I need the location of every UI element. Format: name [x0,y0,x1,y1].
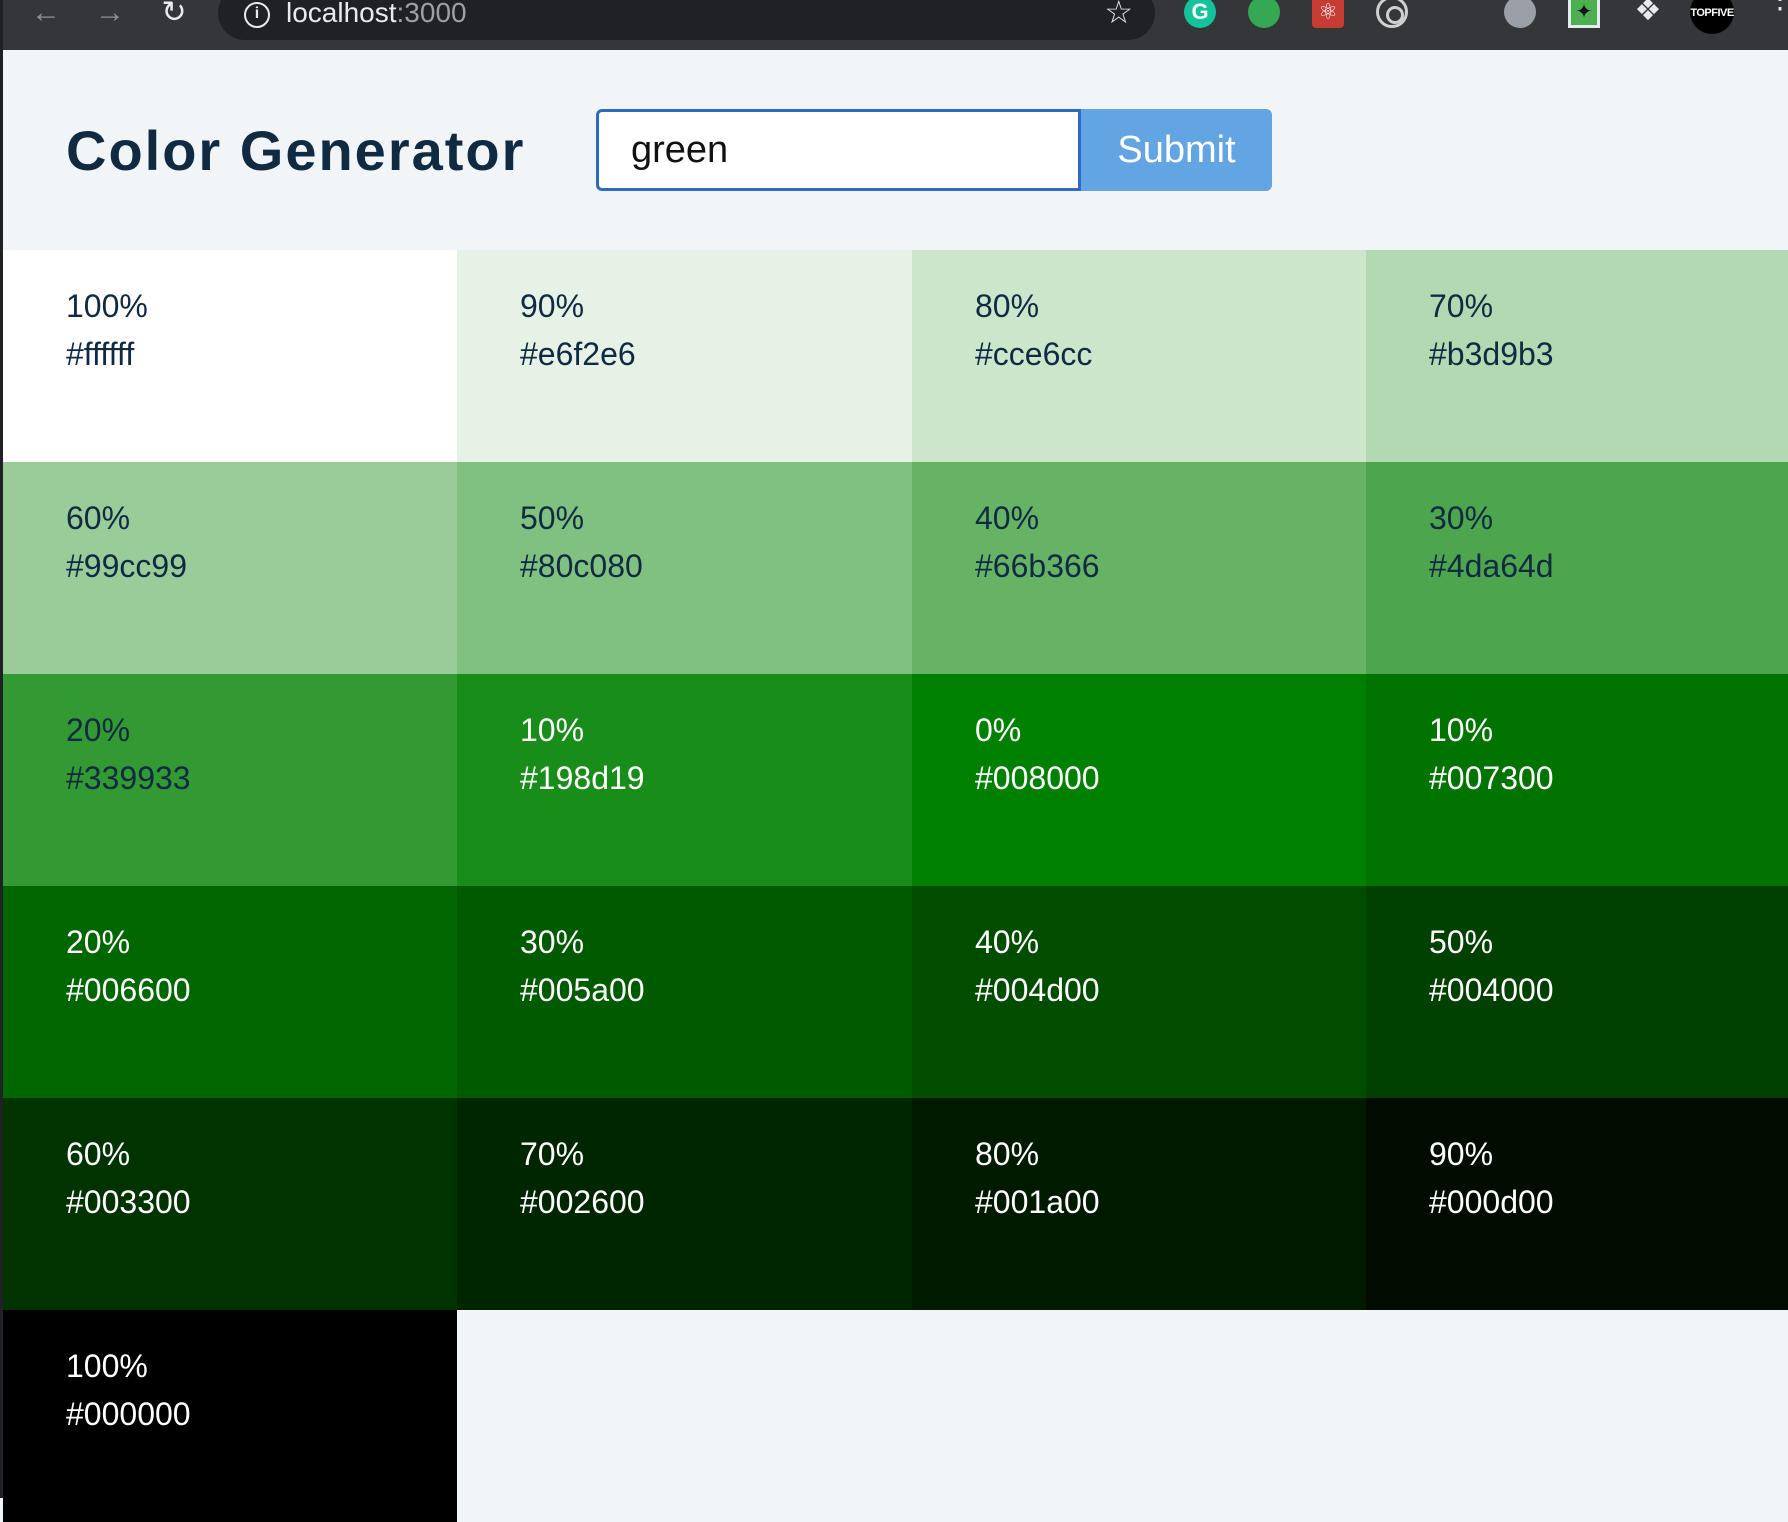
target-extension-icon[interactable] [1376,0,1408,28]
color-swatch[interactable]: 80% #001a00 [912,1098,1366,1310]
window-edge [0,0,3,1498]
disk-extension-icon[interactable] [1504,0,1536,28]
info-icon[interactable]: i [244,2,270,28]
swatch-hex: #80c080 [520,548,643,584]
swatch-hex: #004d00 [975,972,1100,1008]
url-text[interactable]: localhost:3000 [286,0,467,28]
color-swatch[interactable]: 0% #008000 [912,674,1366,886]
color-swatch[interactable]: 50% #004000 [1366,886,1788,1098]
color-swatch[interactable]: 90% #000d00 [1366,1098,1788,1310]
swatch-hex: #ffffff [66,336,135,372]
swatch-percent: 70% [520,1136,585,1172]
swatch-percent: 30% [1429,500,1494,536]
star-icon[interactable]: ☆ [1104,0,1133,28]
swatch-hex: #66b366 [975,548,1100,584]
address-bar[interactable]: i localhost:3000 ☆ [218,0,1155,40]
color-swatch[interactable]: 20% #006600 [3,886,457,1098]
color-swatch[interactable]: 20% #339933 [3,674,457,886]
swatch-hex: #005a00 [520,972,645,1008]
swatch-percent: 70% [1429,288,1494,324]
swatch-percent: 40% [975,500,1040,536]
swatch-percent: 20% [66,924,131,960]
swatch-percent: 100% [66,288,148,324]
url-port: :3000 [396,0,467,28]
reload-icon[interactable]: ↻ [154,0,194,30]
grammarly-extension-icon[interactable]: G [1184,0,1216,28]
arrow-left-icon[interactable]: ← [26,0,66,30]
submit-button[interactable]: Submit [1081,109,1272,191]
swatch-percent: 60% [66,500,131,536]
swatch-hex: #002600 [520,1184,645,1220]
swatch-hex: #004000 [1429,972,1554,1008]
swatch-percent: 80% [975,1136,1040,1172]
browser-toolbar: ← → ↻ i localhost:3000 ☆ G ⚛ ✦ ❖ TOPFIVE… [0,0,1788,50]
color-swatch[interactable]: 30% #4da64d [1366,462,1788,674]
swatch-percent: 10% [520,712,585,748]
swatch-percent: 90% [1429,1136,1494,1172]
react-devtools-extension-icon[interactable]: ⚛ [1312,0,1344,28]
swatch-hex: #e6f2e6 [520,336,636,372]
url-host: localhost [286,0,397,28]
swatch-percent: 50% [1429,924,1494,960]
color-swatch[interactable]: 70% #002600 [457,1098,912,1310]
green-leaf-extension-icon[interactable] [1248,0,1280,28]
color-swatch[interactable]: 100% #000000 [3,1310,457,1522]
swatch-hex: #001a00 [975,1184,1100,1220]
swatch-hex: #b3d9b3 [1429,336,1554,372]
swatch-hex: #006600 [66,972,191,1008]
swatch-hex: #198d19 [520,760,645,796]
swatch-percent: 50% [520,500,585,536]
swatch-hex: #4da64d [1429,548,1554,584]
swatch-percent: 10% [1429,712,1494,748]
color-swatch[interactable]: 60% #003300 [3,1098,457,1310]
swatch-percent: 40% [975,924,1040,960]
swatch-hex: #cce6cc [975,336,1093,372]
swatch-percent: 0% [975,712,1022,748]
swatch-percent: 90% [520,288,585,324]
swatch-hex: #007300 [1429,760,1554,796]
swatch-hex: #339933 [66,760,191,796]
color-swatch[interactable]: 70% #b3d9b3 [1366,250,1788,462]
kebab-menu-icon[interactable]: ⋮ [1766,0,1788,13]
swatch-hex: #000d00 [1429,1184,1554,1220]
swatch-percent: 80% [975,288,1040,324]
color-swatch[interactable]: 40% #66b366 [912,462,1366,674]
topfive-extension-icon[interactable]: TOPFIVE [1690,0,1734,34]
swatch-hex: #99cc99 [66,548,187,584]
swatch-percent: 30% [520,924,585,960]
color-input[interactable] [596,109,1081,191]
page-title: Color Generator [66,119,526,182]
topfive-label: TOPFIVE [1690,7,1734,19]
swatch-hex: #008000 [975,760,1100,796]
color-swatch[interactable]: 60% #99cc99 [3,462,457,674]
swatch-percent: 60% [66,1136,131,1172]
color-swatch[interactable]: 100% #ffffff [3,250,457,462]
swatch-hex: #003300 [66,1184,191,1220]
figure-extension-icon[interactable]: ✦ [1568,0,1600,28]
color-swatch[interactable]: 50% #80c080 [457,462,912,674]
color-swatch[interactable]: 10% #007300 [1366,674,1788,886]
color-swatch[interactable]: 90% #e6f2e6 [457,250,912,462]
arrow-right-icon[interactable]: → [90,0,130,30]
swatch-hex: #000000 [66,1396,191,1432]
swatch-percent: 20% [66,712,131,748]
color-swatch[interactable]: 30% #005a00 [457,886,912,1098]
swatch-grid: 100% #ffffff 90% #e6f2e6 80% #cce6cc 70% #b3d9b… [3,250,1788,1522]
color-swatch[interactable]: 40% #004d00 [912,886,1366,1098]
color-swatch[interactable]: 10% #198d19 [457,674,912,886]
swatch-percent: 100% [66,1348,148,1384]
puzzle-extensions-icon[interactable]: ❖ [1632,0,1664,28]
color-swatch[interactable]: 80% #cce6cc [912,250,1366,462]
